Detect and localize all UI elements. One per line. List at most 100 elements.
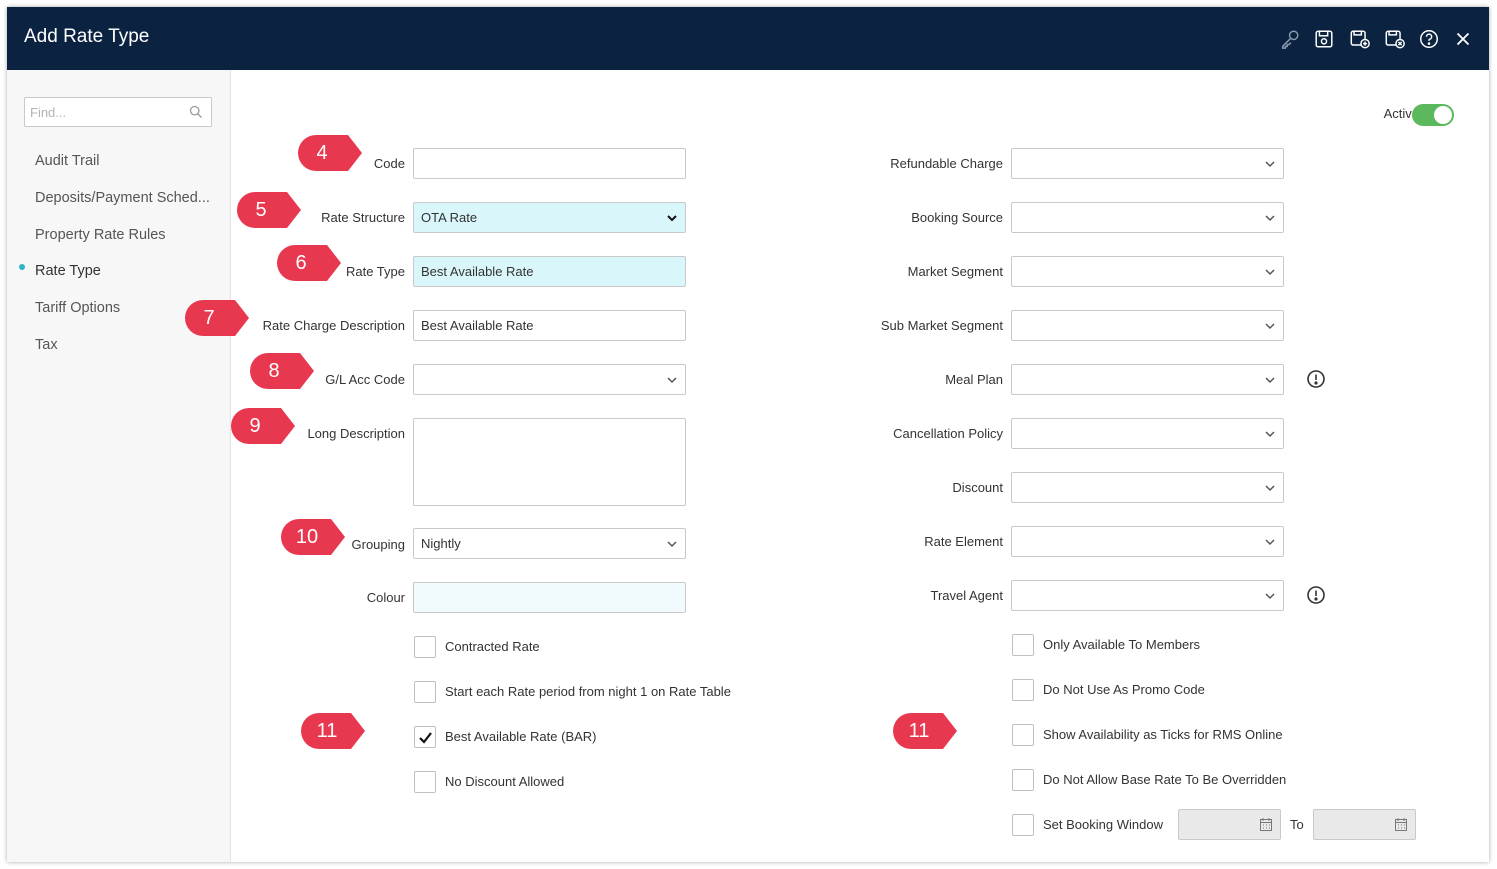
help-icon[interactable] xyxy=(1418,28,1440,50)
grouping-label: Grouping xyxy=(351,537,405,552)
callout-number: 7 xyxy=(203,307,215,329)
close-icon[interactable] xyxy=(1452,28,1474,50)
key-icon[interactable] xyxy=(1279,28,1301,50)
travel-agent-label: Travel Agent xyxy=(930,588,1003,603)
grouping-select[interactable]: Nightly xyxy=(413,528,686,559)
callout-marker-7: 7 xyxy=(185,300,251,336)
code-label: Code xyxy=(373,156,405,171)
booking-window-from-date[interactable] xyxy=(1178,809,1281,840)
market-segment-label: Market Segment xyxy=(907,264,1003,279)
cancellation-policy-label: Cancellation Policy xyxy=(893,426,1003,441)
no-discount-allowed-checkbox[interactable] xyxy=(414,771,436,793)
callout-number: 5 xyxy=(255,199,267,221)
rate-element-select[interactable] xyxy=(1011,526,1284,557)
callout-marker-4: 4 xyxy=(298,135,364,171)
meal-plan-select[interactable] xyxy=(1011,364,1284,395)
callout-number: 8 xyxy=(268,360,280,382)
callout-number: 9 xyxy=(249,415,261,437)
active-indicator-dot xyxy=(19,264,25,270)
rate-structure-value: OTA Rate xyxy=(421,210,478,225)
no-base-rate-override-label: Do Not Allow Base Rate To Be Overridden xyxy=(1043,772,1287,787)
rate-structure-select[interactable]: OTA Rate xyxy=(413,202,686,233)
chevron-down-icon xyxy=(667,541,677,548)
save-close-icon[interactable] xyxy=(1384,28,1406,50)
sidebar-item-property-rate-rules[interactable]: Property Rate Rules xyxy=(35,227,166,243)
long-description-textarea[interactable] xyxy=(413,418,686,506)
refundable-charge-select[interactable] xyxy=(1011,148,1284,179)
sidebar-item-deposits[interactable]: Deposits/Payment Sched... xyxy=(35,190,210,206)
callout-marker-5: 5 xyxy=(237,192,303,228)
no-base-rate-override-checkbox[interactable] xyxy=(1012,769,1034,791)
meal-plan-info-icon[interactable] xyxy=(1306,369,1326,389)
long-description-label: Long Description xyxy=(307,426,405,441)
search-icon[interactable] xyxy=(189,105,203,119)
chevron-down-icon xyxy=(1265,593,1275,600)
colour-picker[interactable] xyxy=(413,582,686,613)
callout-marker-8: 8 xyxy=(250,353,316,389)
only-members-checkbox[interactable] xyxy=(1012,634,1034,656)
chevron-down-icon xyxy=(1265,485,1275,492)
grouping-value: Nightly xyxy=(421,536,461,551)
booking-window-to-label: To xyxy=(1290,817,1304,832)
gl-acc-code-select[interactable] xyxy=(413,364,686,395)
travel-agent-select[interactable] xyxy=(1011,580,1284,611)
rate-type-input[interactable]: Best Available Rate xyxy=(413,256,686,287)
no-promo-code-checkbox[interactable] xyxy=(1012,679,1034,701)
discount-select[interactable] xyxy=(1011,472,1284,503)
chevron-down-icon xyxy=(1265,215,1275,222)
save-icon[interactable] xyxy=(1313,28,1335,50)
chevron-down-icon xyxy=(1265,323,1275,330)
sidebar-item-tariff-options[interactable]: Tariff Options xyxy=(35,300,120,316)
no-discount-allowed-label: No Discount Allowed xyxy=(445,774,565,789)
sub-market-segment-label: Sub Market Segment xyxy=(880,318,1003,333)
search-input[interactable] xyxy=(30,103,180,121)
chevron-down-icon xyxy=(1265,539,1275,546)
chevron-down-icon xyxy=(1265,431,1275,438)
sidebar: Audit Trail Deposits/Payment Sched... Pr… xyxy=(7,70,231,862)
callout-number: 11 xyxy=(908,720,930,742)
discount-label: Discount xyxy=(952,480,1003,495)
meal-plan-label: Meal Plan xyxy=(945,372,1003,387)
gl-acc-code-label: G/L Acc Code xyxy=(325,372,405,387)
rate-charge-description-input[interactable]: Best Available Rate xyxy=(413,310,686,341)
main-content: Active Code Rate Structure Rate Type Rat… xyxy=(231,70,1489,862)
sidebar-item-audit-trail[interactable]: Audit Trail xyxy=(35,153,99,169)
start-rate-period-checkbox[interactable] xyxy=(414,681,436,703)
contracted-rate-checkbox[interactable] xyxy=(414,636,436,658)
save-new-icon[interactable] xyxy=(1349,28,1371,50)
toggle-knob xyxy=(1434,106,1452,124)
add-rate-type-window: Add Rate Type Audit Trail Deposits/Paym xyxy=(7,7,1489,862)
callout-marker-6: 6 xyxy=(277,245,343,281)
code-input[interactable] xyxy=(413,148,686,179)
callout-marker-11-left: 11 xyxy=(301,713,367,749)
start-rate-period-label: Start each Rate period from night 1 on R… xyxy=(445,684,731,699)
callout-number: 11 xyxy=(316,720,338,742)
sidebar-search[interactable] xyxy=(24,97,212,127)
active-toggle[interactable] xyxy=(1412,104,1454,126)
set-booking-window-checkbox[interactable] xyxy=(1012,814,1034,836)
market-segment-select[interactable] xyxy=(1011,256,1284,287)
sidebar-item-tax[interactable]: Tax xyxy=(35,337,58,353)
chevron-down-icon xyxy=(667,377,677,384)
window-title: Add Rate Type xyxy=(24,26,150,47)
title-bar: Add Rate Type xyxy=(7,7,1489,70)
best-available-rate-checkbox[interactable] xyxy=(414,726,436,748)
booking-source-select[interactable] xyxy=(1011,202,1284,233)
booking-window-to-date[interactable] xyxy=(1313,809,1416,840)
cancellation-policy-select[interactable] xyxy=(1011,418,1284,449)
callout-number: 6 xyxy=(295,252,307,274)
refundable-charge-label: Refundable Charge xyxy=(890,156,1003,171)
rate-type-label: Rate Type xyxy=(345,264,405,279)
checkmark-icon xyxy=(419,732,432,744)
availability-ticks-checkbox[interactable] xyxy=(1012,724,1034,746)
best-available-rate-label: Best Available Rate (BAR) xyxy=(445,729,597,744)
sidebar-item-rate-type[interactable]: Rate Type xyxy=(35,263,101,279)
callout-marker-9: 9 xyxy=(231,408,297,444)
sub-market-segment-select[interactable] xyxy=(1011,310,1284,341)
callout-number: 4 xyxy=(316,142,328,164)
travel-agent-info-icon[interactable] xyxy=(1306,585,1326,605)
chevron-down-icon xyxy=(1265,377,1275,384)
colour-label: Colour xyxy=(366,590,405,605)
chevron-down-icon xyxy=(1265,269,1275,276)
chevron-down-icon xyxy=(1265,161,1275,168)
